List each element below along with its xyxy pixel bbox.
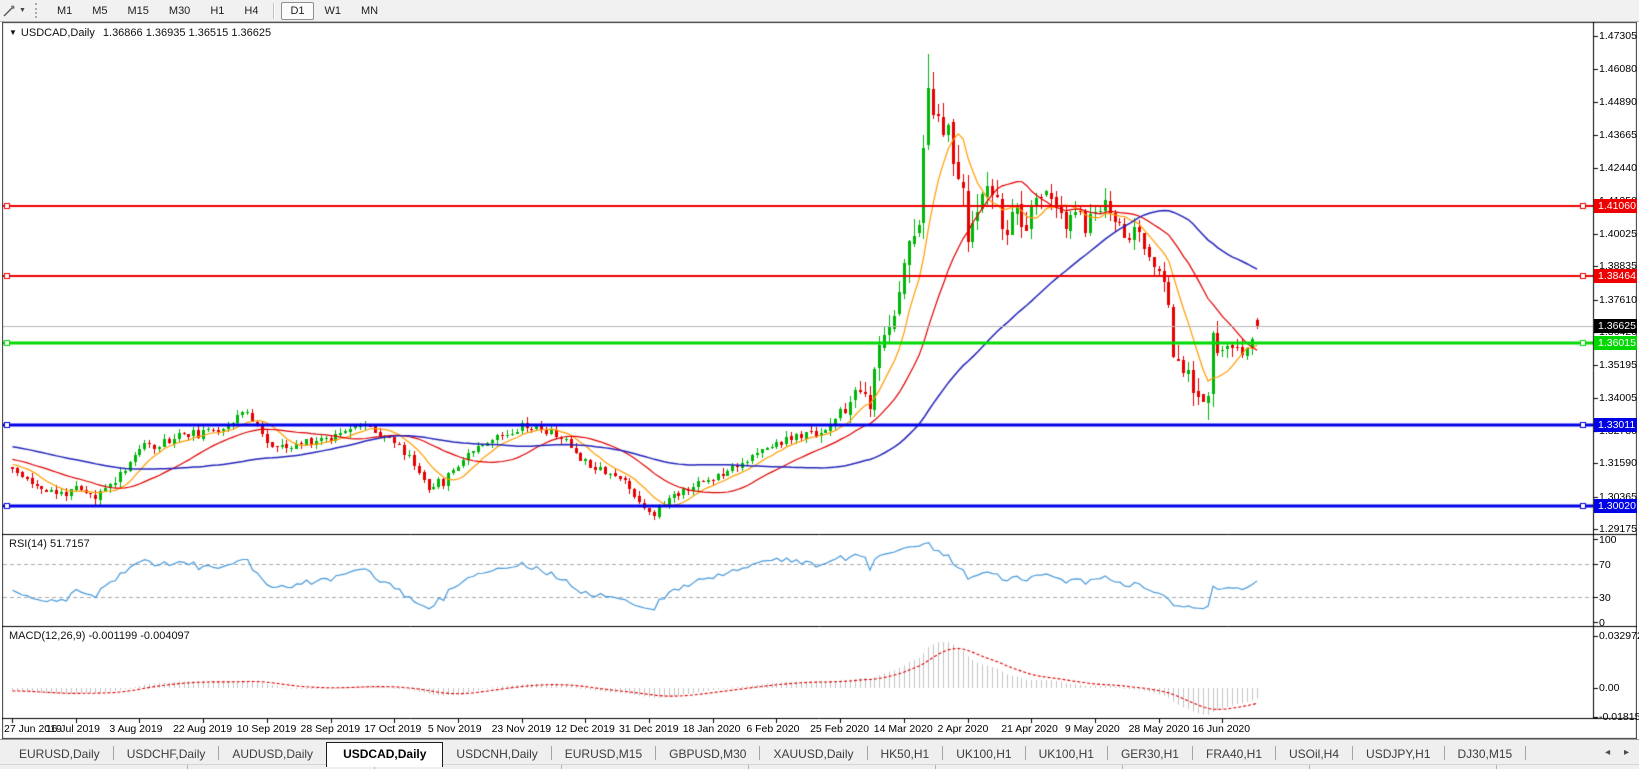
- toolbar-separator: [273, 3, 275, 19]
- price-axis-label: 1.37610: [1599, 294, 1637, 306]
- toolbar-grip[interactable]: [35, 3, 40, 18]
- price-level-label[interactable]: 1.30020: [1594, 499, 1637, 513]
- date-axis-label: 10 Sep 2019: [237, 723, 297, 735]
- chart-ohlc-values: 1.36866 1.36935 1.36515 1.36625: [103, 27, 271, 39]
- status-divider: [1496, 765, 1497, 769]
- date-axis-label: 16 Jun 2020: [1192, 723, 1250, 735]
- cursor-tool-glyph: [2, 3, 17, 18]
- date-axis-label: 21 Apr 2020: [1001, 723, 1058, 735]
- rsi-indicator-label: RSI(14) 51.7157: [9, 538, 90, 550]
- price-axis-label: 1.42440: [1599, 162, 1637, 174]
- chart-tab-uk100-h1[interactable]: UK100,H1: [943, 743, 1024, 765]
- date-axis-label: 3 Aug 2019: [109, 723, 162, 735]
- chart-tab-usdcnh-daily[interactable]: USDCNH,Daily: [443, 743, 550, 765]
- macd-axis-label: 0.00: [1599, 682, 1619, 694]
- status-divider: [1309, 765, 1310, 769]
- date-axis-label: 9 May 2020: [1065, 723, 1120, 735]
- date-axis-label: 25 Feb 2020: [810, 723, 869, 735]
- date-axis-label: 28 May 2020: [1129, 723, 1190, 735]
- timeframe-toolbar: ▼ M1M5M15M30H1H4 D1W1MN: [0, 0, 1639, 22]
- chart-tab-ger30-h1[interactable]: GER30,H1: [1108, 743, 1192, 765]
- date-axis-label: 18 Jan 2020: [683, 723, 741, 735]
- status-divider: [748, 765, 749, 769]
- macd-axis-label: -0.018154: [1599, 711, 1639, 723]
- date-axis-label: 5 Nov 2019: [428, 723, 482, 735]
- timeframe-button-d1[interactable]: D1: [281, 2, 313, 20]
- price-axis-label: 1.31590: [1599, 457, 1637, 469]
- bottom-strip: [0, 764, 1639, 769]
- chart-tab-xauusd-daily[interactable]: XAUUSD,Daily: [760, 743, 866, 765]
- price-axis-label: 1.34005: [1599, 392, 1637, 404]
- status-divider: [1122, 765, 1123, 769]
- price-axis-label: 1.44890: [1599, 96, 1637, 108]
- chart-tabs: EURUSD,DailyUSDCHF,DailyAUDUSD,DailyUSDC…: [0, 740, 1639, 765]
- chart-title: ▼ USDCAD,Daily 1.36866 1.36935 1.36515 1.3…: [9, 27, 271, 39]
- timeframe-button-mn[interactable]: MN: [352, 2, 387, 20]
- date-axis-label: 16 Jul 2019: [46, 723, 100, 735]
- date-axis-label: 17 Oct 2019: [364, 723, 421, 735]
- chart-tab-usdjpy-h1[interactable]: USDJPY,H1: [1353, 743, 1443, 765]
- chart-tab-hk50-h1[interactable]: HK50,H1: [868, 743, 943, 765]
- tab-separator: [1525, 746, 1526, 760]
- date-axis-label: 28 Sep 2019: [301, 723, 361, 735]
- price-level-label[interactable]: 1.36625: [1594, 319, 1637, 333]
- timeframe-buttons: M1M5M15M30H1H4 D1W1MN: [47, 2, 388, 20]
- timeframe-button-w1[interactable]: W1: [316, 2, 351, 20]
- tab-scroll-arrows: ◂ ▸: [1594, 747, 1629, 758]
- date-axis-label: 12 Dec 2019: [555, 723, 615, 735]
- price-chart-canvas[interactable]: [2, 22, 1637, 739]
- chart-tab-eurusd-m15[interactable]: EURUSD,M15: [552, 743, 655, 765]
- price-axis-label: 1.47305: [1599, 30, 1637, 42]
- date-axis-label: 31 Dec 2019: [619, 723, 679, 735]
- status-divider: [561, 765, 562, 769]
- price-axis-label: 1.40025: [1599, 228, 1637, 240]
- rsi-axis-label: 100: [1599, 534, 1617, 546]
- chart-tab-usoil-h4[interactable]: USOil,H4: [1276, 743, 1352, 765]
- chart-tab-gbpusd-m30[interactable]: GBPUSD,M30: [656, 743, 759, 765]
- status-divider: [187, 765, 188, 769]
- chart-tab-usdchf-daily[interactable]: USDCHF,Daily: [114, 743, 219, 765]
- chart-tab-uk100-h1[interactable]: UK100,H1: [1026, 743, 1107, 765]
- price-level-label[interactable]: 1.33011: [1594, 418, 1637, 432]
- timeframe-button-h4[interactable]: H4: [235, 2, 267, 20]
- chart-tab-eurusd-daily[interactable]: EURUSD,Daily: [6, 743, 113, 765]
- price-axis-label: 1.43665: [1599, 129, 1637, 141]
- price-axis-label: 1.46080: [1599, 63, 1637, 75]
- date-axis-label: 2 Apr 2020: [938, 723, 989, 735]
- chart-tool-icon[interactable]: [2, 3, 17, 18]
- price-level-label[interactable]: 1.38464: [1594, 269, 1637, 283]
- chart-window: ▼ USDCAD,Daily 1.36866 1.36935 1.36515 1.3…: [2, 22, 1637, 739]
- rsi-axis-label: 70: [1599, 559, 1611, 571]
- macd-indicator-label: MACD(12,26,9) -0.001199 -0.004097: [9, 630, 190, 642]
- timeframe-button-m15[interactable]: M15: [119, 2, 158, 20]
- chart-tab-audusd-daily[interactable]: AUDUSD,Daily: [219, 743, 326, 765]
- date-axis-label: 23 Nov 2019: [492, 723, 552, 735]
- timeframe-button-h1[interactable]: H1: [201, 2, 233, 20]
- mt4-application: ▼ M1M5M15M30H1H4 D1W1MN ▼ USDCAD,Daily 1.36…: [0, 0, 1639, 769]
- date-axis-label: 22 Aug 2019: [173, 723, 232, 735]
- date-axis-label: 14 Mar 2020: [874, 723, 933, 735]
- timeframe-button-m5[interactable]: M5: [83, 2, 116, 20]
- status-divider: [935, 765, 936, 769]
- tab-scroll-left-icon[interactable]: ◂: [1605, 747, 1610, 758]
- price-axis-label: 1.35195: [1599, 359, 1637, 371]
- tab-scroll-right-icon[interactable]: ▸: [1624, 747, 1629, 758]
- price-level-label[interactable]: 1.36015: [1594, 336, 1637, 350]
- chart-tab-fra40-h1[interactable]: FRA40,H1: [1193, 743, 1275, 765]
- chart-menu-caret-icon[interactable]: ▼: [9, 28, 17, 37]
- macd-axis-label: 0.032972: [1599, 630, 1639, 642]
- price-level-label[interactable]: 1.41060: [1594, 199, 1637, 213]
- timeframe-button-m30[interactable]: M30: [160, 2, 199, 20]
- chart-tool-dropdown-caret[interactable]: ▼: [19, 7, 26, 14]
- date-axis-label: 6 Feb 2020: [746, 723, 799, 735]
- chart-tab-dj30-m15[interactable]: DJ30,M15: [1445, 743, 1526, 765]
- rsi-axis-label: 30: [1599, 592, 1611, 604]
- timeframe-button-m1[interactable]: M1: [48, 2, 81, 20]
- chart-symbol-period: USDCAD,Daily: [21, 27, 95, 39]
- chart-tab-usdcad-daily[interactable]: USDCAD,Daily: [326, 742, 443, 767]
- rsi-axis-label: 0: [1599, 617, 1605, 629]
